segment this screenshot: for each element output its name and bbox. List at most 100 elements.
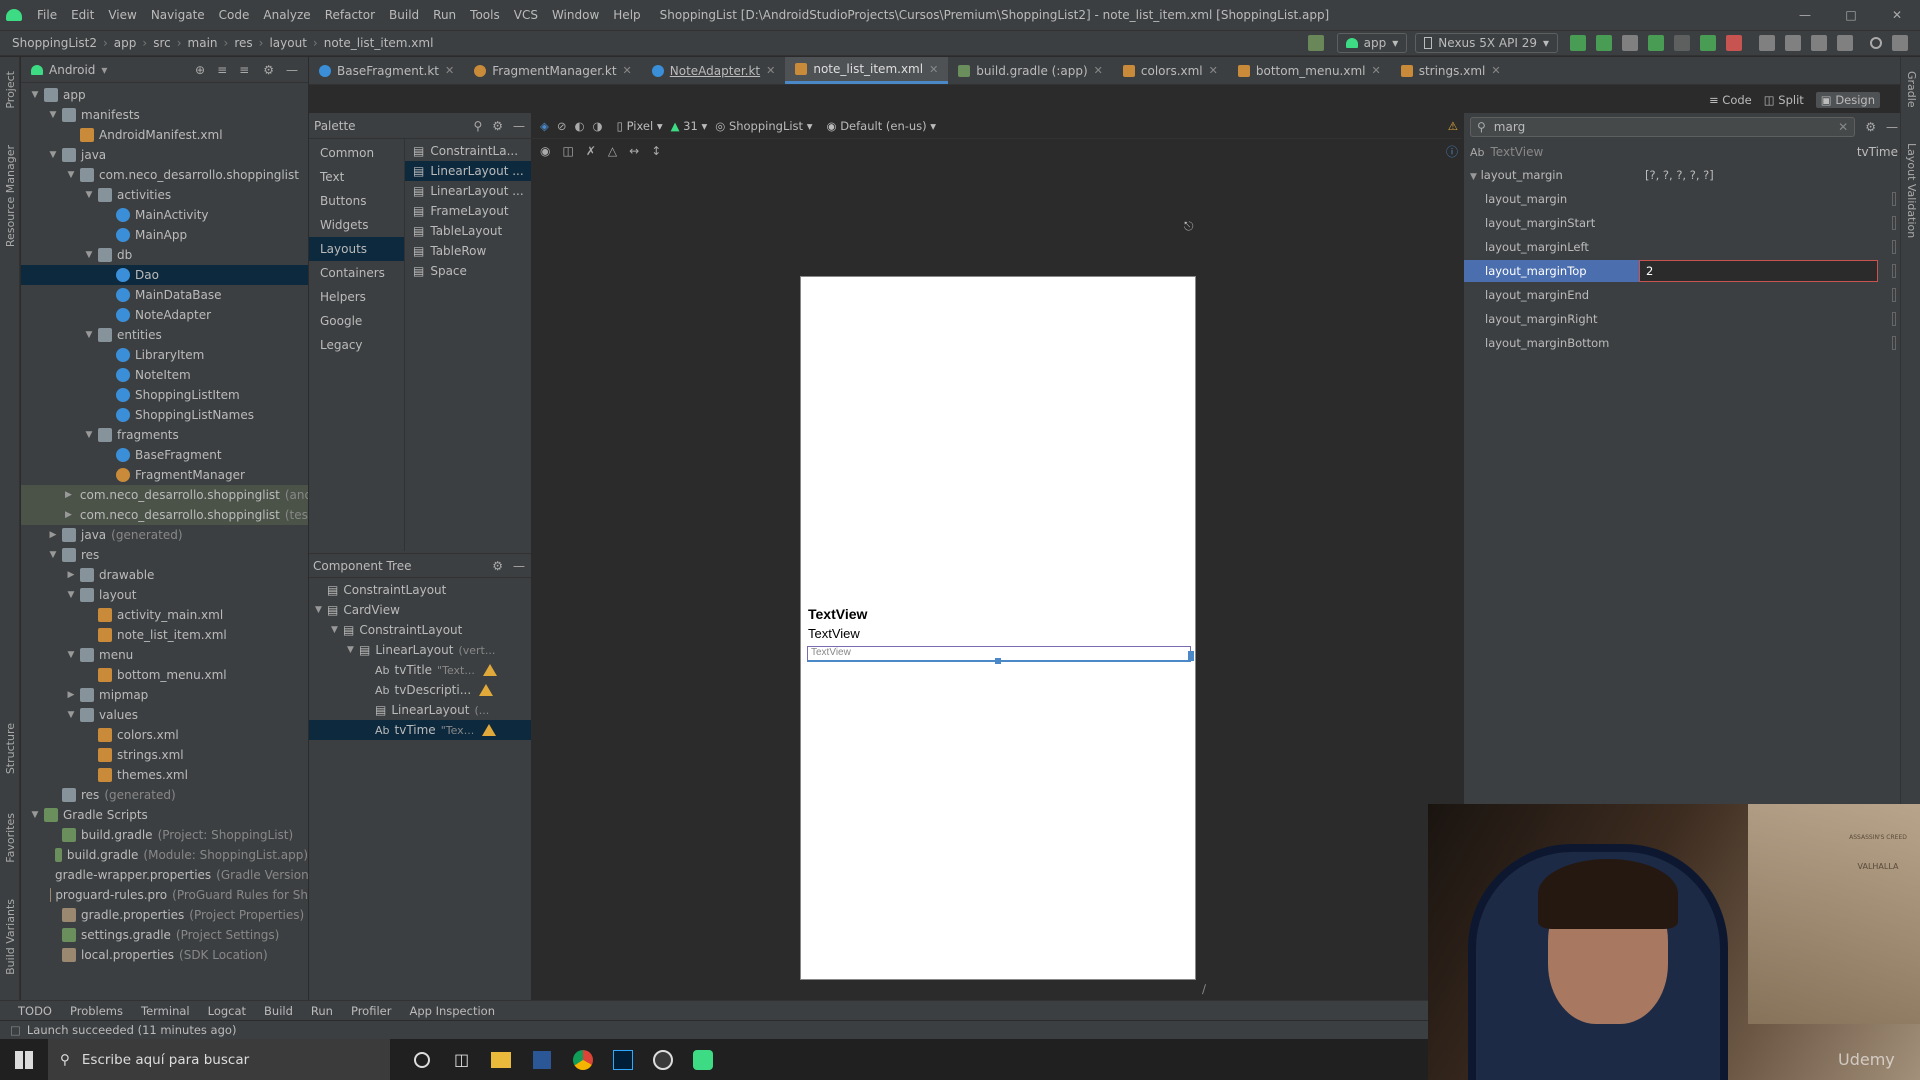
gear-icon[interactable]: ⚙ xyxy=(1865,120,1876,134)
project-tree-item[interactable]: MainApp xyxy=(21,225,308,245)
obs-icon[interactable] xyxy=(653,1049,674,1070)
device-manager-icon[interactable] xyxy=(1811,35,1827,51)
editor-tab[interactable]: FragmentManager.kt ✕ xyxy=(464,57,642,84)
preview-description-text[interactable]: TextView xyxy=(808,626,860,641)
device-select[interactable]: ▯ Pixel ▾ xyxy=(617,119,663,133)
avd-manager-icon[interactable] xyxy=(1759,35,1775,51)
design-view-icon[interactable]: ◈ xyxy=(540,119,549,133)
clear-constraints-icon[interactable]: ✗ xyxy=(586,144,596,158)
palette-item[interactable]: ▤ Space xyxy=(405,261,531,281)
editor-tab[interactable]: bottom_menu.xml ✕ xyxy=(1228,57,1391,84)
menu-help[interactable]: Help xyxy=(606,8,647,22)
project-tree-item[interactable]: note_list_item.xml xyxy=(21,625,308,645)
project-tree-item[interactable]: Dao xyxy=(21,265,308,285)
orientation-icon[interactable]: ◐ xyxy=(575,119,585,133)
attribute-row[interactable]: layout_marginStart xyxy=(1464,211,1904,235)
project-tree-item[interactable]: colors.xml xyxy=(21,725,308,745)
attribute-picker-icon[interactable] xyxy=(1892,216,1896,230)
attribute-picker-icon[interactable] xyxy=(1892,288,1896,302)
attribute-picker-icon[interactable] xyxy=(1892,336,1896,350)
gear-icon[interactable]: ⚙ xyxy=(263,63,274,77)
project-tree-item[interactable]: NoteItem xyxy=(21,365,308,385)
tab-design[interactable]: ▣ Design xyxy=(1815,92,1881,108)
project-tree-item[interactable]: ▼ fragments xyxy=(21,425,308,445)
project-tree-item[interactable]: ▼ values xyxy=(21,705,308,725)
preview-title-text[interactable]: TextView xyxy=(808,606,867,622)
eye-icon[interactable]: ◉ xyxy=(540,144,550,158)
component-tree-item[interactable]: ▼ ▤ ConstraintLayout xyxy=(309,620,531,640)
component-tree-item[interactable]: ▤ ConstraintLayout xyxy=(309,580,531,600)
expand-all-icon[interactable]: ≡ xyxy=(217,63,227,77)
project-tree-item[interactable]: proguard-rules.pro (ProGuard Rules for Sh xyxy=(21,885,308,905)
maximize-button[interactable]: □ xyxy=(1828,0,1874,30)
windows-start-icon[interactable] xyxy=(15,1051,33,1069)
menu-build[interactable]: Build xyxy=(382,8,426,22)
menu-code[interactable]: Code xyxy=(212,8,257,22)
resource-manager-tool-button[interactable]: Resource Manager xyxy=(4,145,17,247)
palette-item[interactable]: ▤ LinearLayout ... xyxy=(405,181,531,201)
run-config-select[interactable]: app ▾ xyxy=(1336,33,1408,53)
project-tree-item[interactable]: ▶ java (generated) xyxy=(21,525,308,545)
project-tree-item[interactable]: local.properties (SDK Location) xyxy=(21,945,308,965)
breadcrumb-item[interactable]: app xyxy=(110,36,141,50)
attribute-row[interactable]: layout_margin xyxy=(1464,187,1904,211)
palette-item[interactable]: ▤ FrameLayout xyxy=(405,201,531,221)
debug-icon[interactable] xyxy=(1648,35,1664,51)
editor-tab[interactable]: colors.xml ✕ xyxy=(1113,57,1228,84)
menu-view[interactable]: View xyxy=(101,8,143,22)
project-tree-item[interactable]: FragmentManager xyxy=(21,465,308,485)
profile-icon[interactable] xyxy=(1674,35,1690,51)
project-tree-item[interactable]: ▶ com.neco_desarrollo.shoppinglist (andr xyxy=(21,485,308,505)
ide-services-icon[interactable] xyxy=(1892,35,1908,51)
android-studio-icon[interactable] xyxy=(693,1049,714,1070)
attribute-value-input[interactable]: 2 xyxy=(1639,260,1878,282)
close-tab-icon[interactable]: ✕ xyxy=(766,64,775,77)
project-tree-item[interactable]: ▼ com.neco_desarrollo.shoppinglist xyxy=(21,165,308,185)
apply-changes-icon[interactable] xyxy=(1570,35,1586,51)
tool-window-run[interactable]: Run xyxy=(311,1004,333,1018)
tool-window-build[interactable]: Build xyxy=(264,1004,293,1018)
warning-icon[interactable] xyxy=(482,664,497,676)
project-tree-item[interactable]: LibraryItem xyxy=(21,345,308,365)
menu-navigate[interactable]: Navigate xyxy=(144,8,212,22)
word-icon[interactable] xyxy=(533,1050,552,1069)
hide-icon[interactable]: — xyxy=(513,559,525,573)
palette-item[interactable]: ▤ LinearLayout ... xyxy=(405,161,531,181)
tab-split[interactable]: ◫ Split xyxy=(1764,93,1804,107)
clear-search-icon[interactable]: ✕ xyxy=(1838,120,1848,134)
editor-tab[interactable]: NoteAdapter.kt ✕ xyxy=(642,57,786,84)
locate-icon[interactable]: ⊕ xyxy=(195,63,205,77)
breadcrumb-item[interactable]: note_list_item.xml xyxy=(320,36,438,50)
pack-icon[interactable]: ↔ xyxy=(629,144,639,158)
menu-file[interactable]: File xyxy=(30,8,64,22)
project-tree-item[interactable]: build.gradle (Project: ShoppingList) xyxy=(21,825,308,845)
editor-tab[interactable]: note_list_item.xml ✕ xyxy=(785,57,949,84)
close-window-button[interactable]: ✕ xyxy=(1874,0,1920,30)
menu-refactor[interactable]: Refactor xyxy=(318,8,382,22)
component-tree-item[interactable]: ▼ ▤ CardView xyxy=(309,600,531,620)
component-tree-item[interactable]: ▼ ▤ LinearLayout (vert... xyxy=(309,640,531,660)
structure-tool-button[interactable]: Structure xyxy=(4,723,17,774)
palette-category[interactable]: Layouts xyxy=(309,237,404,261)
chrome-icon[interactable] xyxy=(573,1049,594,1070)
guidelines-icon[interactable]: ↕ xyxy=(651,144,661,158)
palette-category[interactable]: Containers xyxy=(309,261,404,285)
close-tab-icon[interactable]: ✕ xyxy=(1209,64,1218,77)
warning-icon[interactable] xyxy=(482,724,497,736)
tool-window-profiler[interactable]: Profiler xyxy=(351,1004,392,1018)
project-tree-item[interactable]: MainActivity xyxy=(21,205,308,225)
blueprint-icon[interactable]: ⊘ xyxy=(557,119,567,133)
warning-icon[interactable] xyxy=(479,684,494,696)
theme-select[interactable]: ◎ ShoppingList ▾ xyxy=(715,119,812,133)
menu-tools[interactable]: Tools xyxy=(463,8,507,22)
palette-category[interactable]: Google xyxy=(309,309,404,333)
project-tree-item[interactable]: ▼ res xyxy=(21,545,308,565)
editor-tab[interactable]: build.gradle (:app) ✕ xyxy=(948,57,1113,84)
palette-category[interactable]: Buttons xyxy=(309,189,404,213)
attribute-picker-icon[interactable] xyxy=(1892,264,1896,278)
project-tree-item[interactable]: ▼ entities xyxy=(21,325,308,345)
tool-window-todo[interactable]: TODO xyxy=(18,1004,52,1018)
attribute-row[interactable]: layout_marginRight xyxy=(1464,307,1904,331)
help-icon[interactable]: ⓘ xyxy=(1446,143,1458,160)
project-tree-item[interactable]: ▼ manifests xyxy=(21,105,308,125)
